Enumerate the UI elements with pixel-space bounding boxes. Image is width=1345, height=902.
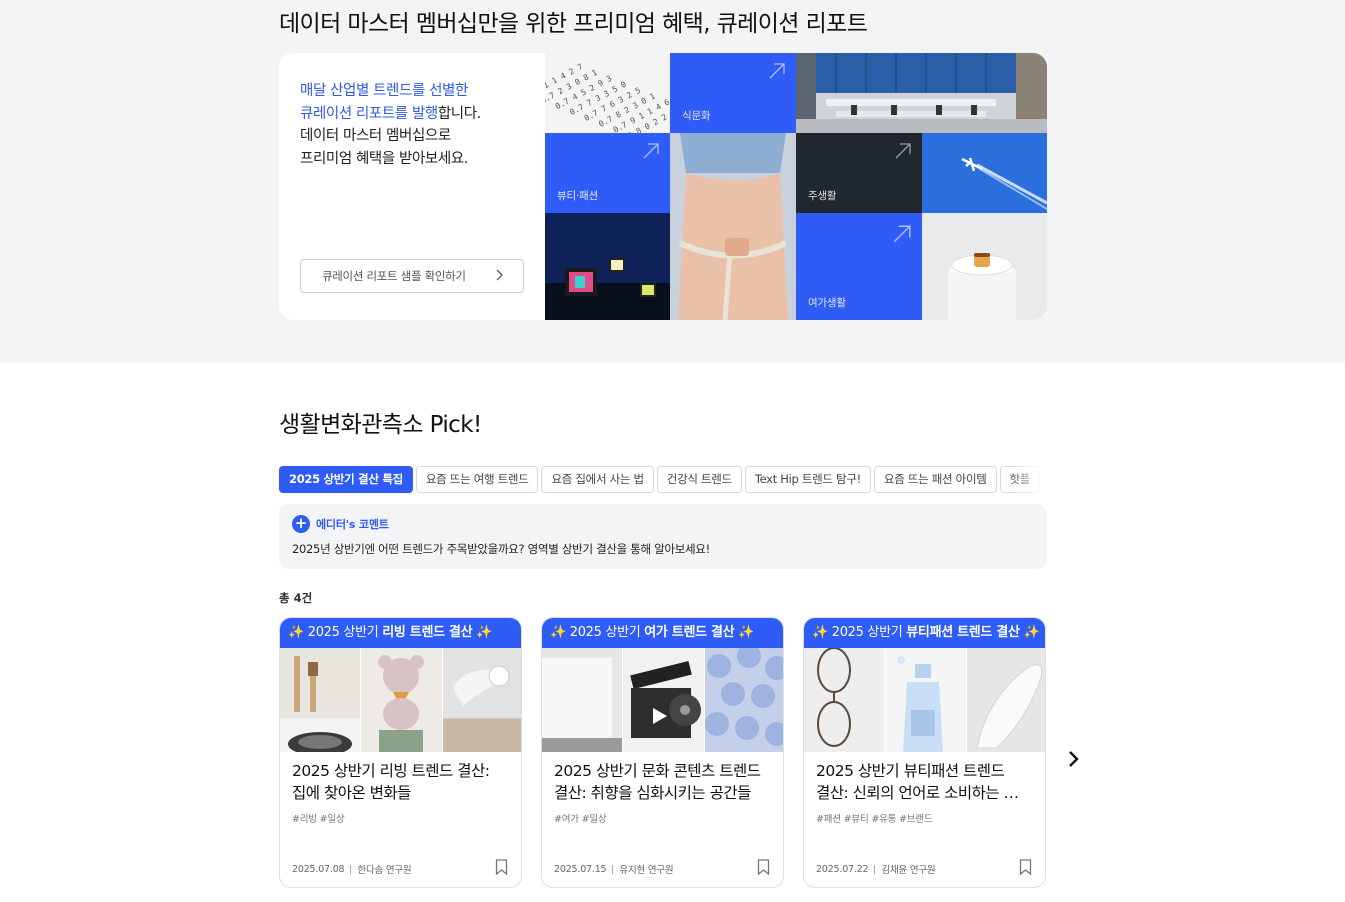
bear-image — [361, 648, 443, 752]
card-banner: ✨ 2025 상반기 뷰티패션 트렌드 결산 ✨ — [804, 618, 1045, 648]
dryer-image — [442, 648, 521, 752]
premium-intro: 매달 산업별 트렌드를 선별한 큐레이션 리포트를 발행합니다. 데이터 마스터… — [300, 80, 540, 170]
tile-living-label: 주생활 — [808, 190, 837, 202]
plus-icon: + — [292, 515, 310, 533]
intro-text-2: 합니다. — [437, 105, 481, 122]
arrow-up-right-icon — [893, 225, 911, 243]
report-card[interactable]: ✨ 2025 상반기 리빙 트렌드 결산 ✨ 2025 상반기 리빙 트렌드 결… — [279, 617, 522, 888]
chevron-right-icon — [495, 269, 504, 284]
office-image — [796, 53, 1047, 133]
toothbrush-image — [280, 648, 362, 756]
card-thumbnails — [804, 647, 1045, 752]
tile-living[interactable]: 주생활 — [796, 133, 922, 213]
glasses-image — [804, 647, 886, 752]
card-tags: #패션 #뷰티 #유통 #브랜드 — [816, 814, 933, 825]
premium-card: 매달 산업별 트렌드를 선별한 큐레이션 리포트를 발행합니다. 데이터 마스터… — [279, 53, 1047, 320]
tab-healthy-food[interactable]: 건강식 트렌드 — [656, 466, 742, 493]
report-card[interactable]: ✨ 2025 상반기 뷰티패션 트렌드 결산 ✨ 2025 상반기 뷰티패션 트… — [803, 617, 1046, 888]
dots-image — [704, 644, 783, 752]
cream-smear-image — [966, 648, 1045, 752]
tabs-fade — [1007, 466, 1047, 494]
card-date: 2025.07.15 — [554, 863, 607, 875]
card-author: 유지현 연구원 — [619, 865, 674, 876]
total-count: 총 4건 — [279, 591, 313, 605]
tab-home-living[interactable]: 요즘 집에서 사는 법 — [541, 466, 654, 493]
card-banner: ✨ 2025 상반기 리빙 트렌드 결산 ✨ — [280, 618, 521, 648]
arrow-up-right-icon — [895, 143, 911, 159]
tv-image — [545, 213, 670, 320]
intro-highlight-2: 큐레이션 리포트를 발행 — [300, 105, 438, 122]
intro-text-3: 데이터 마스터 멤버십으로 — [300, 128, 451, 144]
card-meta: 2025.07.08 한다솜 연구원 — [292, 862, 412, 877]
tab-travel[interactable]: 요즘 뜨는 여행 트렌드 — [415, 466, 539, 493]
airplane-image — [922, 133, 1047, 213]
card-tags: #리빙 #일상 — [292, 814, 345, 825]
arrow-up-right-icon — [643, 143, 659, 159]
sample-report-button[interactable]: 큐레이션 리포트 샘플 확인하기 — [300, 259, 524, 293]
card-author: 김채윤 연구원 — [881, 865, 936, 876]
waist-image — [670, 133, 796, 320]
film-image — [623, 648, 705, 752]
editor-comment: 2025년 상반기엔 어떤 트렌드가 주목받았을까요? 영역별 상반기 결산을 … — [292, 542, 710, 556]
card-title: 2025 상반기 뷰티패션 트렌드 결산: 신뢰의 언어로 소비하는 … — [816, 762, 1019, 802]
tab-text-hip[interactable]: Text Hip 트렌드 탐구! — [744, 466, 871, 493]
card-tags: #여가 #일상 — [554, 814, 607, 825]
sample-report-label: 큐레이션 리포트 샘플 확인하기 — [322, 269, 466, 283]
category-mosaic: 0.7 1 1 4 2 7 0.7 2 3 0 8 1 0.7 4 5 2 9 … — [545, 53, 1047, 320]
card-date: 2025.07.22 — [816, 863, 869, 875]
book-image — [542, 648, 624, 752]
bookmark-icon[interactable] — [1019, 859, 1032, 875]
numbers-image: 0.7 1 1 4 2 7 0.7 2 3 0 8 1 0.7 4 5 2 9 … — [545, 53, 670, 133]
bookmark-icon[interactable] — [757, 859, 770, 875]
tile-food-label: 식문화 — [682, 110, 711, 122]
pick-title: 생활변화관측소 Pick! — [279, 412, 482, 438]
arrow-up-right-icon — [769, 63, 785, 79]
tile-leisure[interactable]: 여가생활 — [796, 213, 922, 320]
cream-image — [922, 213, 1047, 320]
report-card[interactable]: ✨ 2025 상반기 여가 트렌드 결산 ✨ 2025 상반기 문화 콘텐츠 트… — [541, 617, 784, 888]
card-title: 2025 상반기 문화 콘텐츠 트렌드 결산: 취향을 심화시키는 공간들 — [554, 762, 761, 802]
tile-food[interactable]: 식문화 — [670, 53, 796, 133]
editor-comment-box: + 에디터's 코멘트 2025년 상반기엔 어떤 트렌드가 주목받았을까요? … — [279, 504, 1047, 569]
tab-fashion[interactable]: 요즘 뜨는 패션 아이템 — [873, 466, 997, 493]
card-thumbnails — [280, 648, 521, 756]
card-author: 한다솜 연구원 — [357, 865, 412, 876]
card-title: 2025 상반기 리빙 트렌드 결산: 집에 찾아온 변화들 — [292, 762, 490, 802]
bottle-image — [885, 648, 967, 752]
intro-text-4: 프리미엄 혜택을 받아보세요. — [300, 150, 468, 167]
editor-label: 에디터's 코멘트 — [316, 518, 389, 531]
tab-2025-h1[interactable]: 2025 상반기 결산 특집 — [279, 466, 413, 493]
category-tabs: 2025 상반기 결산 특집 요즘 뜨는 여행 트렌드 요즘 집에서 사는 법 건강식… — [279, 466, 1047, 494]
card-meta: 2025.07.22 김채윤 연구원 — [816, 862, 936, 877]
tile-beauty[interactable]: 뷰티·패션 — [545, 133, 670, 213]
chevron-right-icon[interactable] — [1064, 748, 1084, 770]
card-thumbnails — [542, 644, 783, 752]
card-date: 2025.07.08 — [292, 863, 345, 875]
section-title: 데이터 마스터 멤버십만을 위한 프리미엄 혜택, 큐레이션 리포트 — [279, 11, 868, 37]
tile-beauty-label: 뷰티·패션 — [557, 190, 598, 202]
tile-leisure-label: 여가생활 — [808, 297, 846, 309]
card-meta: 2025.07.15 유지현 연구원 — [554, 862, 674, 877]
premium-section: 데이터 마스터 멤버십만을 위한 프리미엄 혜택, 큐레이션 리포트 매달 산업… — [0, 0, 1345, 363]
intro-highlight-1: 매달 산업별 트렌드를 선별한 — [300, 83, 468, 99]
bookmark-icon[interactable] — [495, 859, 508, 875]
card-banner: ✨ 2025 상반기 여가 트렌드 결산 ✨ — [542, 618, 783, 648]
